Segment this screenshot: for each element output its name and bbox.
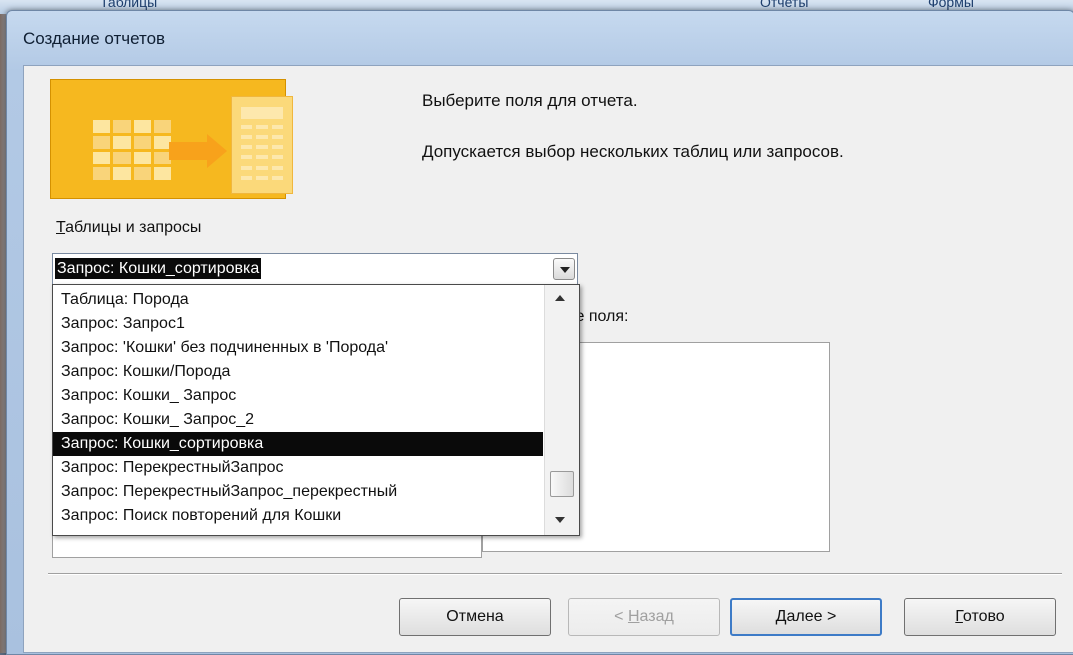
finish-button[interactable]: Готово: [904, 598, 1056, 636]
scroll-up-icon[interactable]: [555, 295, 565, 301]
dropdown-item[interactable]: Запрос: Поиск повторений для Кошки: [53, 504, 543, 528]
cancel-button[interactable]: Отмена: [399, 598, 551, 636]
bg-tab-right: Формы: [928, 0, 974, 10]
dropdown-scrollbar[interactable]: [544, 285, 579, 535]
arrow-head-icon: [207, 134, 227, 168]
intro-text-fields: Выберите поля для отчета.: [422, 91, 638, 110]
back-button[interactable]: < Назад: [568, 598, 720, 636]
tables-queries-dropdown-list[interactable]: Таблица: Порода Запрос: Запрос1 Запрос: 'К…: [52, 284, 580, 536]
wizard-illustration: [50, 79, 293, 199]
dropdown-item[interactable]: Запрос: 'Кошки' без подчиненных в 'Пород…: [53, 336, 543, 360]
dropdown-item[interactable]: Таблица: Порода: [53, 288, 543, 312]
combobox-selected-value: Запрос: Кошки_сортировка: [55, 258, 262, 279]
dropdown-item[interactable]: Запрос: Кошки/Порода: [53, 360, 543, 384]
tables-queries-combobox[interactable]: Запрос: Кошки_сортировка: [52, 253, 578, 285]
dialog-client-area: Выберите поля для отчета. Допускается вы…: [23, 65, 1073, 653]
tables-queries-label: Таблицы и запросы: [56, 219, 202, 236]
dropdown-item[interactable]: Запрос: Запрос1: [53, 312, 543, 336]
dropdown-item[interactable]: Запрос: Кошки_ Запрос_2: [53, 408, 543, 432]
report-wizard-dialog: Создание отчетов Выберите поля для отчет…: [6, 10, 1073, 655]
dropdown-item[interactable]: Запрос: ПерекрестныйЗапрос_перекрестный: [53, 480, 543, 504]
next-button[interactable]: Далее >: [730, 598, 882, 636]
dropdown-item[interactable]: Запрос: Кошки_ Запрос: [53, 384, 543, 408]
scroll-thumb[interactable]: [550, 471, 574, 497]
chevron-down-icon[interactable]: [553, 258, 575, 280]
report-document-icon: [231, 96, 293, 194]
table-graphic-icon: [93, 120, 171, 180]
dialog-title: Создание отчетов: [23, 29, 166, 48]
dropdown-item[interactable]: Запрос: ПерекрестныйЗапрос: [53, 456, 543, 480]
scroll-down-icon[interactable]: [555, 517, 565, 523]
dropdown-item[interactable]: Запрос: Кошки_сортировка: [53, 432, 543, 456]
bg-tab-mid: Отчеты: [760, 0, 809, 10]
bg-tab-left: Таблицы: [100, 0, 158, 10]
footer-separator: [48, 573, 1062, 575]
intro-text-multiple: Допускается выбор нескольких таблиц или …: [422, 142, 844, 161]
arrow-right-icon: [169, 142, 209, 160]
